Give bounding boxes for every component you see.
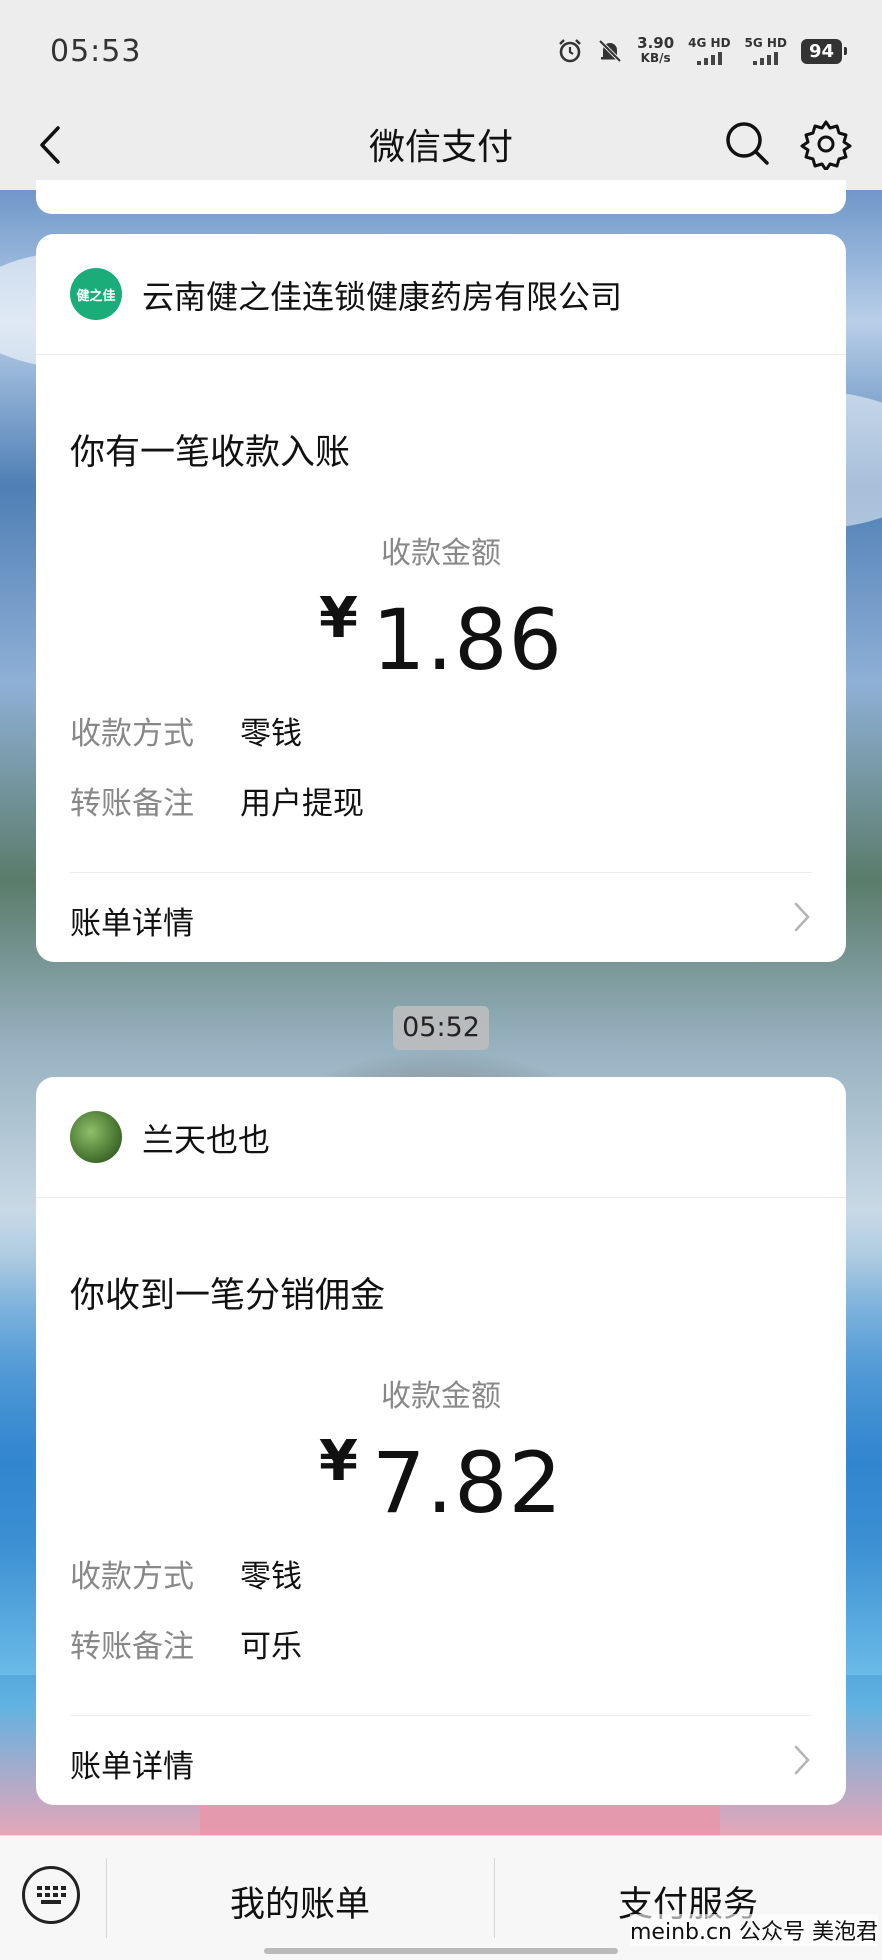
battery-icon: 94 [800,38,848,64]
signal-sim2: 5G HD [745,37,787,65]
transfer-note-row: 转账备注 可乐 [70,1629,302,1665]
gear-icon[interactable] [800,118,852,170]
card-header: 兰天也也 [36,1077,846,1198]
transfer-note-row: 转账备注 用户提现 [70,786,364,822]
mute-bell-icon [598,39,622,63]
my-bill-button[interactable]: 我的账单 [106,1876,494,1927]
previous-message-card-edge [36,180,846,214]
sender-avatar [70,1111,122,1163]
watermark: meinb.cn 公众号 美泡君 [629,1914,878,1946]
signal-sim1: 4G HD [688,37,731,65]
search-icon[interactable] [722,118,772,168]
net-speed: 3.90 KB/s [637,34,675,66]
sender-name: 兰天也也 [142,1121,271,1159]
amount-label: 收款金额 [381,536,501,571]
keyboard-icon[interactable] [22,1866,80,1924]
amount-label: 收款金额 [381,1379,501,1414]
payment-method-row: 收款方式 零钱 [70,716,302,752]
amount-value: ¥7.82 [319,1429,563,1532]
status-time: 05:53 [50,34,142,69]
message-heading: 你有一笔收款入账 [70,433,351,473]
divider [70,872,812,873]
nav-bar: 微信支付 [0,100,882,190]
merchant-avatar: 健之佳 [70,268,122,320]
alarm-icon [559,39,581,63]
amount-value: ¥1.86 [319,586,563,689]
message-heading: 你收到一笔分销佣金 [70,1276,386,1316]
chevron-right-icon [794,902,810,932]
time-separator: 05:52 [393,1006,489,1050]
bill-detail-link[interactable]: 账单详情 [70,1741,194,1786]
card-header: 健之佳 云南健之佳连锁健康药房有限公司 [36,234,846,355]
chevron-right-icon [794,1745,810,1775]
home-indicator[interactable] [264,1948,618,1954]
payment-message-card[interactable]: 兰天也也 你收到一笔分销佣金 收款金额 ¥7.82 收款方式 零钱 转账备注 可乐 … [36,1077,846,1805]
divider [70,1715,812,1716]
payment-method-row: 收款方式 零钱 [70,1559,302,1595]
merchant-name: 云南健之佳连锁健康药房有限公司 [142,278,623,316]
payment-message-card[interactable]: 健之佳 云南健之佳连锁健康药房有限公司 你有一笔收款入账 收款金额 ¥1.86 … [36,234,846,962]
bill-detail-link[interactable]: 账单详情 [70,898,194,943]
status-bar: 05:53 3.90 KB/s 4G HD 5G HD 94 [0,0,882,100]
